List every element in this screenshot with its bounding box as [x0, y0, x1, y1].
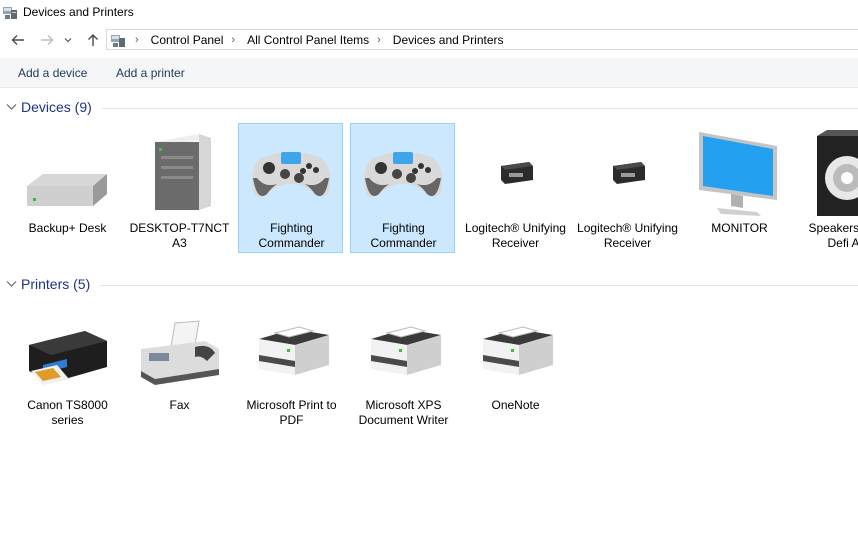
chevron-down-icon	[64, 38, 72, 43]
device-tile[interactable]: Fighting Commander	[238, 123, 343, 253]
usb-receiver-icon	[613, 162, 645, 184]
device-label: Fighting Commander	[370, 221, 437, 250]
device-label: Logitech® Unifying Receiver	[465, 221, 566, 250]
up-button[interactable]	[82, 28, 104, 52]
device-tile[interactable]: MONITOR	[686, 123, 791, 253]
gamepad-icon	[364, 152, 442, 198]
printer-label: Fax	[169, 398, 190, 412]
device-label: Fighting Commander	[258, 221, 325, 250]
device-tile[interactable]: Backup+ Desk	[14, 123, 119, 253]
devices-printers-app-icon	[3, 7, 17, 19]
navigation-bar: › Control Panel › All Control Panel Item…	[0, 28, 858, 52]
printer-label: Canon TS8000 series	[27, 398, 108, 427]
device-label: DESKTOP-T7NCT A3	[129, 221, 230, 250]
chevron-down-icon	[6, 104, 17, 110]
devices-group-title: Devices (9)	[21, 99, 92, 115]
arrow-right-icon	[41, 35, 54, 45]
recent-locations-button[interactable]	[61, 28, 75, 52]
printers-group-title: Printers (5)	[21, 276, 91, 292]
printer-icon	[259, 326, 329, 375]
device-tile[interactable]: DESKTOP-T7NCT A3	[126, 123, 231, 253]
address-bar[interactable]: › Control Panel › All Control Panel Item…	[106, 29, 858, 50]
group-divider	[100, 285, 858, 286]
printer-label: Microsoft XPS Document Writer	[358, 398, 449, 427]
device-label: MONITOR	[711, 221, 768, 235]
gamepad-icon	[252, 152, 330, 198]
breadcrumb-all-items[interactable]: All Control Panel Items	[243, 33, 373, 47]
arrow-up-icon	[88, 34, 98, 46]
printers-group-header[interactable]: Printers (5)	[0, 275, 858, 295]
speaker-icon	[817, 130, 858, 216]
monitor-icon	[699, 132, 777, 216]
devices-group-header[interactable]: Devices (9)	[0, 98, 858, 118]
printer-tile[interactable]: Canon TS8000 series	[14, 300, 119, 430]
printer-label: OneNote	[491, 398, 540, 412]
breadcrumb-control-panel[interactable]: Control Panel	[147, 33, 228, 47]
printer-icon	[371, 326, 441, 375]
external-drive-icon	[27, 174, 107, 206]
device-tile[interactable]: Logitech® Unifying Receiver	[574, 123, 679, 253]
arrow-left-icon	[11, 35, 24, 45]
printer-label: Microsoft Print to PDF	[246, 398, 337, 427]
device-label: Logitech® Unifying Receiver	[577, 221, 678, 250]
inkjet-printer-icon	[29, 331, 107, 385]
control-panel-icon	[111, 35, 125, 47]
device-tile[interactable]: Logitech® Unifying Receiver	[462, 123, 567, 253]
forward-button[interactable]	[36, 28, 58, 52]
computer-tower-icon	[155, 134, 211, 210]
usb-receiver-icon	[501, 162, 533, 184]
group-divider	[102, 108, 858, 109]
title-bar: Devices and Printers	[0, 0, 858, 24]
add-device-button[interactable]: Add a device	[18, 66, 87, 80]
device-tile[interactable]: Speakers ( High Defi Audi	[798, 123, 858, 253]
breadcrumb-devices-printers[interactable]: Devices and Printers	[389, 33, 508, 47]
printer-tile[interactable]: Fax	[126, 300, 231, 430]
printer-tile[interactable]: Microsoft XPS Document Writer	[350, 300, 455, 430]
chevron-right-icon[interactable]: ›	[377, 34, 381, 46]
fax-icon	[141, 320, 219, 385]
chevron-down-icon	[6, 281, 17, 287]
device-tile[interactable]: Fighting Commander	[350, 123, 455, 253]
add-printer-button[interactable]: Add a printer	[116, 66, 185, 80]
back-button[interactable]	[7, 28, 29, 52]
command-bar: Add a device Add a printer	[0, 58, 858, 88]
breadcrumb: › Control Panel › All Control Panel Item…	[131, 33, 508, 47]
printer-icon	[483, 326, 553, 375]
printer-tile[interactable]: Microsoft Print to PDF	[238, 300, 343, 430]
device-label: Speakers ( High Defi Audi	[808, 221, 858, 250]
chevron-right-icon[interactable]: ›	[135, 34, 139, 46]
device-label: Backup+ Desk	[28, 221, 107, 235]
chevron-right-icon[interactable]: ›	[231, 34, 235, 46]
printer-tile[interactable]: OneNote	[462, 300, 567, 430]
window-title: Devices and Printers	[23, 5, 134, 19]
